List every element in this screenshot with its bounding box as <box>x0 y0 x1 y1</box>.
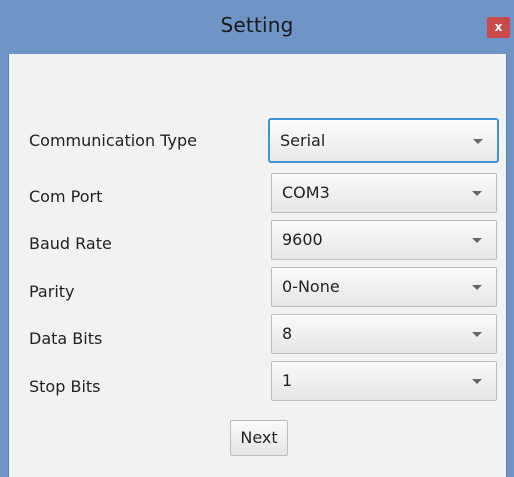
stop-bits-value: 1 <box>282 371 293 390</box>
close-button[interactable]: x <box>487 17 510 38</box>
baud-rate-label: Baud Rate <box>29 234 112 253</box>
title-bar[interactable]: Setting x <box>0 0 514 54</box>
com-port-dropdown[interactable]: COM3 <box>271 173 497 213</box>
settings-form: Communication Type Serial Com Port COM3 … <box>8 54 507 477</box>
communication-type-label: Communication Type <box>29 131 197 150</box>
next-button[interactable]: Next <box>230 420 288 456</box>
chevron-down-icon <box>473 139 483 144</box>
communication-type-dropdown[interactable]: Serial <box>268 118 499 163</box>
window-title: Setting <box>220 13 294 37</box>
chevron-down-icon <box>472 379 482 384</box>
stop-bits-label: Stop Bits <box>29 377 101 396</box>
data-bits-dropdown[interactable]: 8 <box>271 314 497 354</box>
com-port-label: Com Port <box>29 187 103 206</box>
data-bits-value: 8 <box>282 324 293 343</box>
baud-rate-dropdown[interactable]: 9600 <box>271 220 497 260</box>
chevron-down-icon <box>472 191 482 196</box>
setting-window: Setting x Communication Type Serial Com … <box>0 0 514 477</box>
parity-label: Parity <box>29 282 75 301</box>
communication-type-value: Serial <box>280 131 326 150</box>
chevron-down-icon <box>472 238 482 243</box>
com-port-value: COM3 <box>282 183 330 202</box>
chevron-down-icon <box>472 332 482 337</box>
parity-value: 0-None <box>282 277 340 296</box>
baud-rate-value: 9600 <box>282 230 323 249</box>
parity-dropdown[interactable]: 0-None <box>271 267 497 307</box>
data-bits-label: Data Bits <box>29 329 103 348</box>
chevron-down-icon <box>472 285 482 290</box>
stop-bits-dropdown[interactable]: 1 <box>271 361 497 401</box>
